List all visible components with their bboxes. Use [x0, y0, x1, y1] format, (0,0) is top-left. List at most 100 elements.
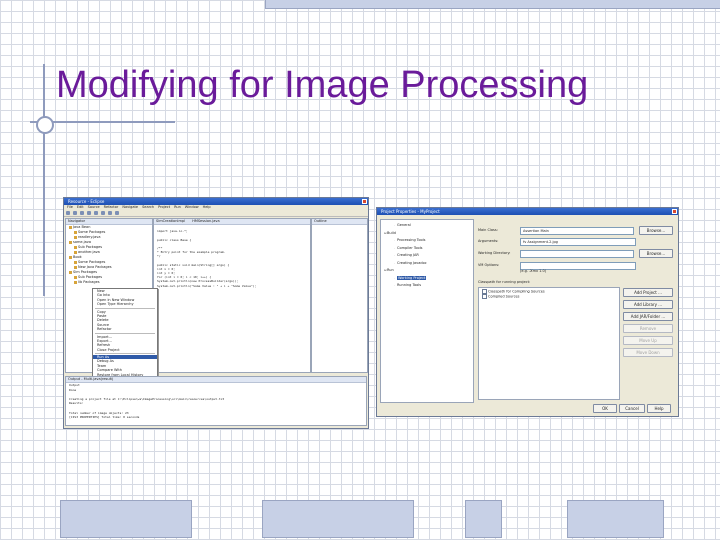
menu-item[interactable]: Refactor — [104, 205, 119, 209]
field-input[interactable]: Assertion Main — [520, 227, 634, 235]
menu-item[interactable]: Project — [158, 205, 170, 209]
browse-button[interactable]: Browse... — [639, 249, 673, 258]
classpath-button[interactable]: Add Project ... — [623, 288, 673, 297]
ok-button[interactable]: OK — [593, 404, 617, 413]
menu-item[interactable]: Run — [174, 205, 181, 209]
editor-pane: SimCreationImpl HMSession.java import ja… — [153, 218, 311, 373]
menu-item[interactable]: Window — [185, 205, 199, 209]
navigator-item-label: Book — [73, 255, 82, 259]
help-button[interactable]: Help — [647, 404, 671, 413]
footer-box-4 — [567, 500, 664, 538]
classpath-button: Move Down — [623, 348, 673, 357]
decorative-circle — [36, 116, 54, 134]
editor-tab[interactable]: HMSession.java — [192, 219, 219, 223]
tree-item[interactable]: · Creating Javadoc — [381, 260, 473, 268]
print-icon[interactable] — [80, 211, 84, 215]
browse-button[interactable]: Browse... — [639, 226, 673, 235]
navigator-item-label: Some Packages — [78, 260, 106, 264]
tree-item[interactable]: ⊟Run — [381, 267, 473, 275]
field-input[interactable] — [520, 250, 634, 258]
context-menu-item[interactable]: Close Project — [93, 348, 157, 352]
folder-icon — [74, 250, 77, 254]
code-editor[interactable]: import java.io.*; public class Base { /**… — [154, 225, 310, 300]
save-icon[interactable] — [73, 211, 77, 215]
classpath-button: Move Up — [623, 336, 673, 345]
category-tree: · General ⊟Build · Processing Tools · Compiler… — [380, 219, 474, 403]
footer-box-2 — [262, 500, 414, 538]
vm-options-hint: (e.g. -Xmx 1.0) — [520, 269, 547, 273]
classpath-item-label: Compiled Sources — [488, 294, 520, 299]
tree-item[interactable]: · Compiler Tools — [381, 245, 473, 253]
classpath-list: Classpath for Compiling Sources Compiled … — [478, 287, 620, 400]
context-menu-item[interactable]: Refactor — [93, 327, 157, 331]
navigator-item-label: some.java — [73, 240, 91, 244]
outline-tab[interactable]: Outline — [312, 219, 367, 225]
menu-item[interactable]: Source — [88, 205, 100, 209]
tree-item[interactable]: · Creating JAR — [381, 252, 473, 260]
console-output: Output Done Creating a project file at C:\… — [66, 383, 366, 420]
folder-icon — [69, 225, 72, 229]
classpath-item[interactable]: Compiled Sources — [479, 294, 619, 299]
checkbox-icon[interactable] — [482, 294, 487, 299]
tree-item-label: Creating Javadoc — [397, 260, 427, 265]
menu-separator — [95, 307, 155, 309]
debug-icon[interactable] — [94, 211, 98, 215]
tree-item[interactable]: · Working Project — [381, 275, 473, 283]
new-icon[interactable] — [66, 211, 70, 215]
slide-title: Modifying for Image Processing — [56, 64, 589, 106]
menu-separator — [95, 332, 155, 334]
search-icon[interactable] — [101, 211, 105, 215]
decorative-vertical-line — [43, 64, 45, 296]
code-line: } — [154, 296, 310, 300]
navigator-item-label: lib Packages — [78, 280, 100, 284]
tree-item[interactable]: · Processing Tools — [381, 237, 473, 245]
close-icon[interactable] — [672, 209, 677, 214]
tree-item-label: General — [397, 223, 411, 227]
back-icon[interactable] — [108, 211, 112, 215]
classpath-button[interactable]: Add JAR/Folder ... — [623, 312, 673, 321]
navigator-tree: Java Bean Some Packages readlery.java some.… — [66, 225, 152, 285]
menu-item[interactable]: File — [67, 205, 73, 209]
dialog-title-bar: Project Properties - MyProject — [377, 208, 678, 215]
editor-tab[interactable]: SimCreationImpl — [156, 219, 185, 223]
navigator-item-label: Sub Packages — [78, 275, 103, 279]
close-icon[interactable] — [362, 199, 367, 204]
context-menu: New Go Into Open in New Window Open Type Hi… — [92, 288, 158, 387]
field-input[interactable]: fv Assignment.2.jpg — [520, 238, 636, 246]
menu-separator — [95, 353, 155, 355]
eclipse-title-bar: Resource - Eclipse — [64, 198, 368, 205]
run-icon[interactable] — [87, 211, 91, 215]
footer-box-1 — [60, 500, 192, 538]
tree-item-label: Creating JAR — [397, 253, 419, 257]
folder-icon — [69, 270, 72, 274]
classpath-button[interactable]: Add Library ... — [623, 300, 673, 309]
menu-item[interactable]: Navigate — [122, 205, 138, 209]
tree-item[interactable]: ⊟Build — [381, 230, 473, 238]
cancel-button[interactable]: Cancel — [619, 404, 645, 413]
navigator-item[interactable]: lib Packages — [66, 280, 152, 285]
outline-pane: Outline — [311, 218, 368, 373]
tree-item-label: Running Tools — [397, 283, 422, 287]
decorative-corner-box — [265, 0, 720, 9]
navigator-item-label: Java Bean — [73, 225, 91, 229]
menu-item[interactable]: Search — [142, 205, 154, 209]
folder-icon — [69, 255, 72, 259]
eclipse-window-title: Resource - Eclipse — [68, 199, 105, 204]
console-pane: Output - Multi.java(result) Output Done Cr… — [65, 376, 367, 426]
navigator-item-label: readlery.java — [78, 235, 101, 239]
eclipse-toolbar — [64, 210, 368, 217]
folder-icon — [74, 245, 77, 249]
forward-icon[interactable] — [115, 211, 119, 215]
classpath-button: Remove — [623, 324, 673, 333]
tree-item[interactable]: · General — [381, 222, 473, 230]
navigator-item-label: Sub Packages — [78, 245, 103, 249]
folder-icon — [74, 230, 77, 234]
navigator-item-label: Some Packages — [78, 230, 106, 234]
context-menu-item[interactable]: Open Type Hierarchy — [93, 302, 157, 306]
tree-item-label: Working Project — [397, 275, 427, 280]
tree-item-label: Run — [387, 268, 394, 272]
dialog-title: Project Properties - MyProject — [381, 209, 440, 214]
menu-item[interactable]: Edit — [77, 205, 84, 209]
tree-item[interactable]: · Running Tools — [381, 282, 473, 290]
menu-item[interactable]: Help — [203, 205, 211, 209]
